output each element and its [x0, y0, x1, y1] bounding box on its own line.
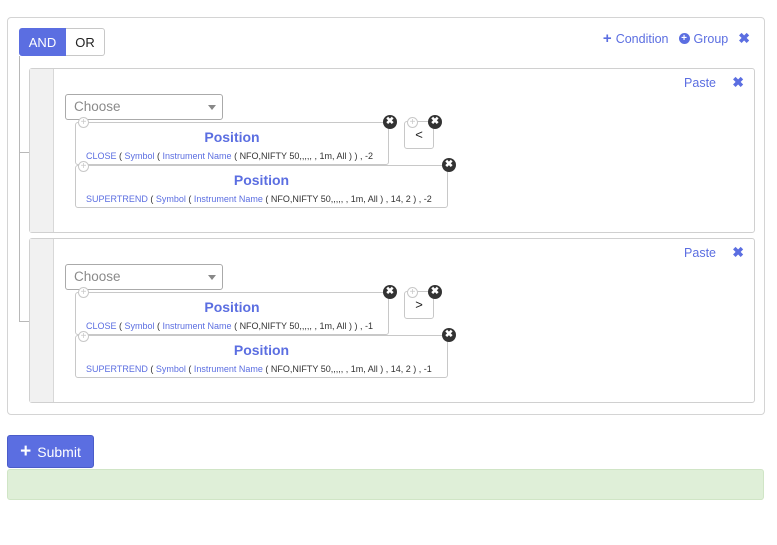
operand-expression: SUPERTREND ( Symbol ( Instrument Name ( …	[86, 194, 432, 204]
paste-button[interactable]: Paste	[684, 246, 716, 260]
instrument-param[interactable]: Instrument Name	[163, 321, 232, 331]
operand-title: Position	[204, 299, 260, 315]
delete-group-icon[interactable]: ✖	[738, 30, 750, 47]
or-button[interactable]: OR	[66, 28, 105, 56]
right-operand[interactable]: Position SUPERTREND ( Symbol ( Instrumen…	[75, 165, 448, 208]
add-group-label: Group	[693, 31, 729, 46]
operand-expression: SUPERTREND ( Symbol ( Instrument Name ( …	[86, 364, 432, 374]
operand-title: Position	[204, 129, 260, 145]
query-builder: AND OR + Condition + Group ✖ Paste ✖ Cho…	[7, 17, 765, 415]
and-button[interactable]: AND	[19, 28, 66, 56]
add-operand-icon[interactable]: +	[78, 287, 89, 298]
symbol-param[interactable]: Symbol	[125, 321, 155, 331]
add-operand-icon[interactable]: +	[78, 161, 89, 172]
rule-drag-handle[interactable]	[30, 239, 54, 402]
delete-rule-icon[interactable]: ✖	[732, 74, 744, 91]
operand-args: , 1m, All ) , 14, 2 ) , -1	[345, 364, 432, 374]
rule-2: Paste ✖ Choose Position CLOSE ( Symbol (…	[29, 238, 755, 403]
field-select-placeholder: Choose	[74, 269, 121, 284]
add-operator-icon[interactable]: +	[407, 287, 418, 298]
left-operand[interactable]: Position CLOSE ( Symbol ( Instrument Nam…	[75, 122, 389, 165]
function-name[interactable]: SUPERTREND	[86, 194, 148, 204]
instrument-value: NFO,NIFTY 50,,,,,	[270, 194, 344, 204]
operand-expression: CLOSE ( Symbol ( Instrument Name ( NFO,N…	[86, 321, 373, 331]
add-operator-icon[interactable]: +	[407, 117, 418, 128]
rule-drag-handle[interactable]	[30, 69, 54, 232]
instrument-param[interactable]: Instrument Name	[194, 364, 263, 374]
symbol-param[interactable]: Symbol	[125, 151, 155, 161]
group-actions: + Condition + Group ✖	[603, 30, 750, 47]
remove-operand-icon[interactable]: ✖	[442, 328, 456, 342]
symbol-param[interactable]: Symbol	[156, 194, 186, 204]
operand-title: Position	[233, 172, 290, 188]
function-name[interactable]: CLOSE	[86, 321, 117, 331]
field-select-placeholder: Choose	[74, 99, 121, 114]
submit-button[interactable]: + Submit	[7, 435, 94, 468]
instrument-value: NFO,NIFTY 50,,,,,	[239, 321, 312, 331]
plus-icon: +	[20, 440, 32, 462]
function-name[interactable]: SUPERTREND	[86, 364, 148, 374]
add-condition-label: Condition	[615, 31, 669, 46]
remove-operator-icon[interactable]: ✖	[428, 115, 442, 129]
remove-operator-icon[interactable]: ✖	[428, 285, 442, 299]
operand-title: Position	[233, 342, 290, 358]
symbol-param[interactable]: Symbol	[156, 364, 186, 374]
operand-args: , 1m, All ) ) , -1	[314, 321, 373, 331]
operand-expression: CLOSE ( Symbol ( Instrument Name ( NFO,N…	[86, 151, 373, 161]
result-panel	[7, 469, 764, 500]
function-name[interactable]: CLOSE	[86, 151, 117, 161]
operand-args: , 1m, All ) ) , -2	[314, 151, 373, 161]
right-operand[interactable]: Position SUPERTREND ( Symbol ( Instrumen…	[75, 335, 448, 378]
rule-1: Paste ✖ Choose Position CLOSE ( Symbol (…	[29, 68, 755, 233]
instrument-param[interactable]: Instrument Name	[163, 151, 232, 161]
operand-args: , 1m, All ) , 14, 2 ) , -2	[345, 194, 432, 204]
chevron-down-icon	[208, 105, 216, 110]
submit-label: Submit	[37, 443, 81, 460]
logic-toggle: AND OR	[19, 28, 105, 56]
field-select[interactable]: Choose	[65, 264, 223, 290]
field-select[interactable]: Choose	[65, 94, 223, 120]
add-operand-icon[interactable]: +	[78, 331, 89, 342]
plus-icon: +	[602, 29, 612, 47]
add-operand-icon[interactable]: +	[78, 117, 89, 128]
remove-operand-icon[interactable]: ✖	[442, 158, 456, 172]
tree-connector-branch	[19, 152, 29, 153]
instrument-param[interactable]: Instrument Name	[194, 194, 263, 204]
paste-button[interactable]: Paste	[684, 76, 716, 90]
instrument-value: NFO,NIFTY 50,,,,,	[270, 364, 344, 374]
remove-operand-icon[interactable]: ✖	[383, 285, 397, 299]
left-operand[interactable]: Position CLOSE ( Symbol ( Instrument Nam…	[75, 292, 389, 335]
instrument-value: NFO,NIFTY 50,,,,,	[239, 151, 312, 161]
chevron-down-icon	[208, 275, 216, 280]
add-condition-button[interactable]: + Condition	[602, 29, 669, 47]
delete-rule-icon[interactable]: ✖	[732, 244, 744, 261]
add-group-button[interactable]: + Group	[678, 31, 729, 46]
circle-plus-icon: +	[678, 33, 690, 44]
remove-operand-icon[interactable]: ✖	[383, 115, 397, 129]
